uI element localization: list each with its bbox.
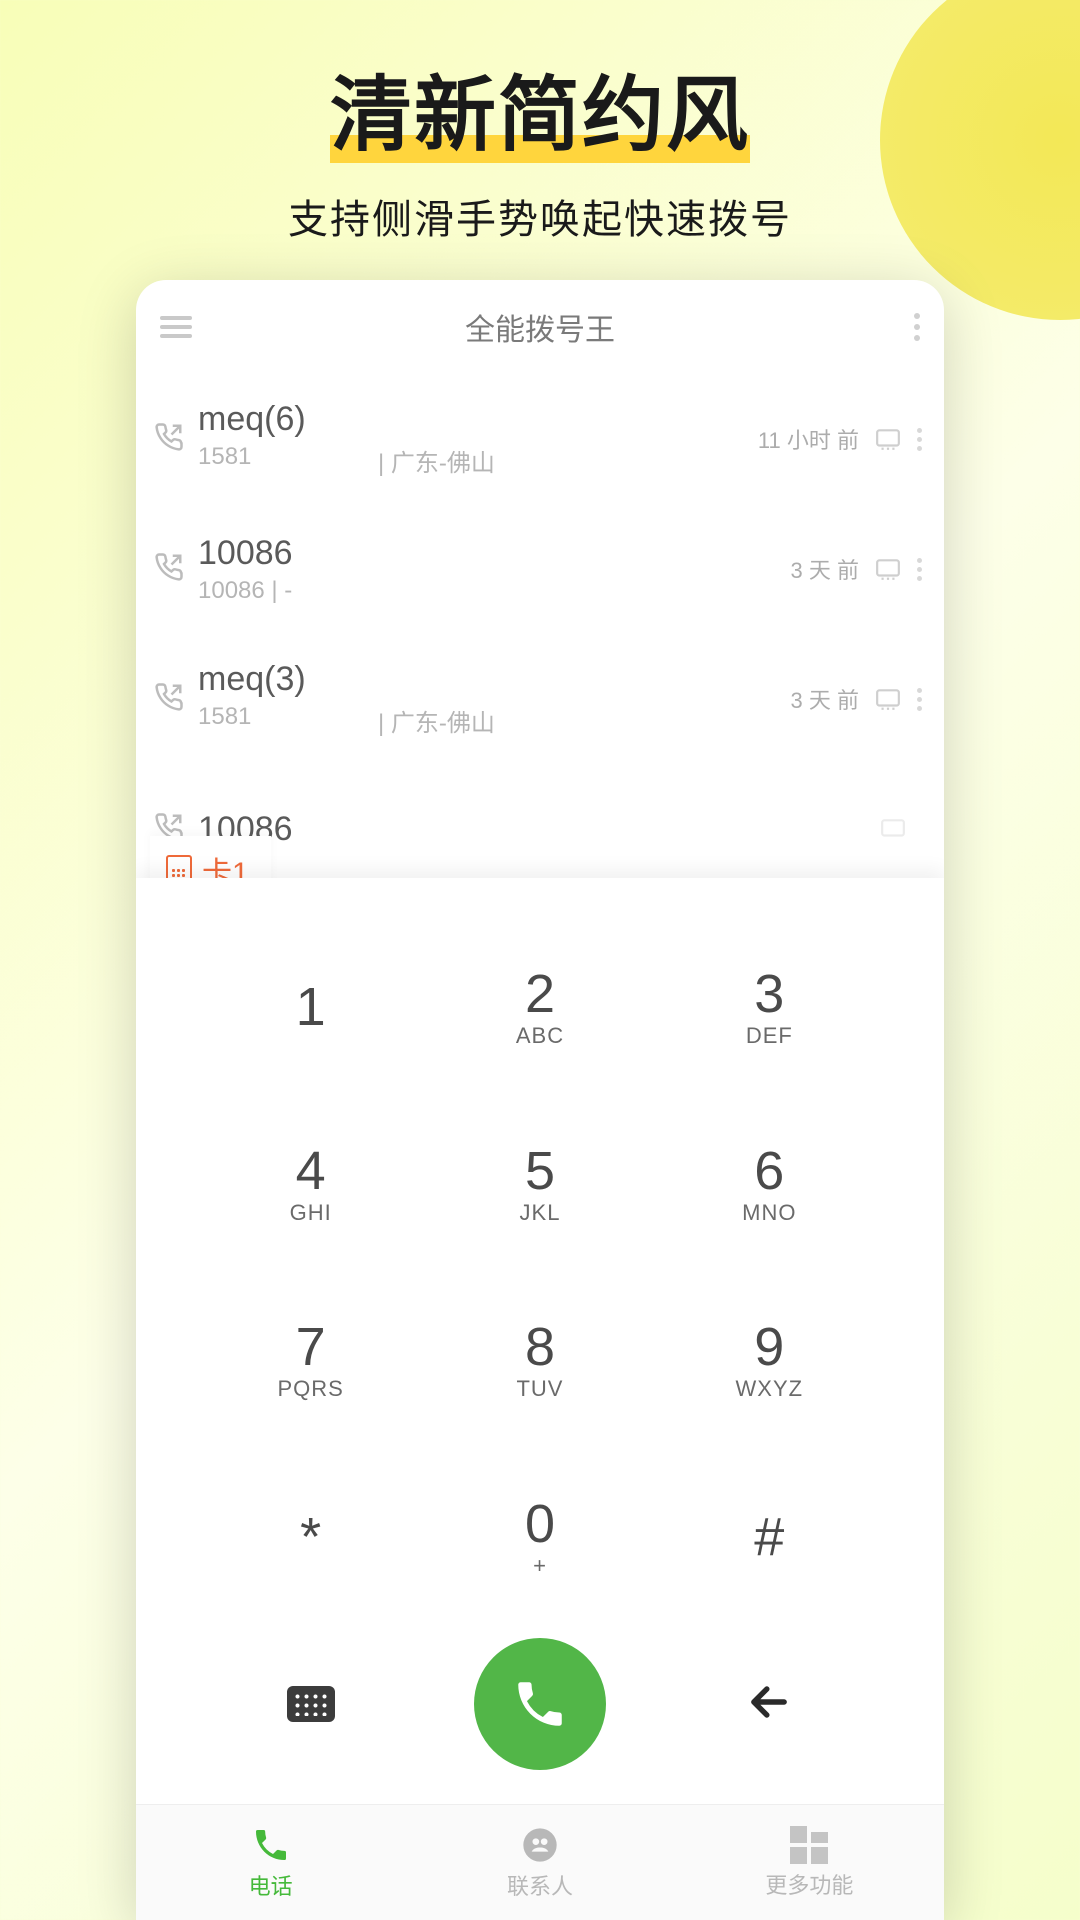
call-row[interactable]: 10086 10086 | - 3 天 前: [136, 504, 944, 634]
call-name: 10086: [198, 534, 791, 573]
hero-subtitle: 支持侧滑手势唤起快速拨号: [0, 187, 1080, 245]
outgoing-call-icon: [154, 682, 190, 717]
nav-label: 联系人: [507, 1869, 573, 1901]
grid-icon: [790, 1826, 828, 1864]
menu-icon[interactable]: [160, 316, 192, 338]
nav-label: 电话: [249, 1869, 293, 1901]
dial-key-0[interactable]: 0+: [425, 1448, 654, 1625]
call-location: | 广东-佛山: [378, 443, 495, 478]
row-more-icon[interactable]: [917, 688, 922, 711]
dial-key-hash[interactable]: #: [655, 1448, 884, 1625]
dial-key-6[interactable]: 6MNO: [655, 1095, 884, 1272]
outgoing-call-icon: [154, 422, 190, 457]
nav-contacts[interactable]: 联系人: [405, 1805, 674, 1920]
dialpad: 1 2ABC 3DEF 4GHI 5JKL 6MNO 7PQRS 8TUV 9W…: [136, 878, 944, 1804]
more-icon[interactable]: [914, 313, 920, 341]
call-name: 10086: [198, 810, 878, 849]
bottom-nav: 电话 联系人 更多功能: [136, 1804, 944, 1920]
row-more-icon[interactable]: [917, 428, 922, 451]
sms-icon[interactable]: [873, 426, 903, 452]
call-list: meq(6) 1581 | 广东-佛山 11 小时 前 10086 10086 …: [136, 374, 944, 894]
call-number: 10086 | -: [198, 577, 378, 605]
call-location: | 广东-佛山: [378, 703, 495, 738]
dial-key-3[interactable]: 3DEF: [655, 918, 884, 1095]
keyboard-icon[interactable]: [287, 1686, 335, 1722]
call-time: 3 天 前: [791, 683, 859, 715]
hero-title: 清新简约风: [0, 0, 1080, 167]
dial-key-5[interactable]: 5JKL: [425, 1095, 654, 1272]
outgoing-call-icon: [154, 552, 190, 587]
app-title: 全能拨号王: [465, 305, 615, 349]
sms-icon[interactable]: [878, 816, 908, 842]
dial-grid: 1 2ABC 3DEF 4GHI 5JKL 6MNO 7PQRS 8TUV 9W…: [196, 918, 884, 1624]
sms-icon[interactable]: [873, 556, 903, 582]
call-number: 1581: [198, 703, 378, 738]
nav-phone[interactable]: 电话: [136, 1805, 405, 1920]
dial-key-8[interactable]: 8TUV: [425, 1271, 654, 1448]
contacts-icon: [520, 1825, 560, 1865]
call-row[interactable]: meq(6) 1581 | 广东-佛山 11 小时 前: [136, 374, 944, 504]
call-name: meq(3): [198, 660, 791, 699]
dial-key-7[interactable]: 7PQRS: [196, 1271, 425, 1448]
call-time: 11 小时 前: [758, 423, 859, 455]
dial-key-1[interactable]: 1: [196, 918, 425, 1095]
phone-icon: [251, 1825, 291, 1865]
backspace-icon[interactable]: [743, 1676, 795, 1733]
call-time: 3 天 前: [791, 553, 859, 585]
call-number: 1581: [198, 443, 378, 478]
call-row[interactable]: meq(3) 1581 | 广东-佛山 3 天 前: [136, 634, 944, 764]
call-button[interactable]: [474, 1638, 606, 1770]
app-bar: 全能拨号王: [136, 280, 944, 374]
dial-key-star[interactable]: *: [196, 1448, 425, 1625]
dial-key-4[interactable]: 4GHI: [196, 1095, 425, 1272]
call-name: meq(6): [198, 400, 758, 439]
sms-icon[interactable]: [873, 686, 903, 712]
nav-more[interactable]: 更多功能: [675, 1805, 944, 1920]
row-more-icon[interactable]: [917, 558, 922, 581]
dial-key-2[interactable]: 2ABC: [425, 918, 654, 1095]
nav-label: 更多功能: [765, 1868, 853, 1900]
phone-frame: 全能拨号王 meq(6) 1581 | 广东-佛山 11 小时 前: [136, 280, 944, 1920]
dial-key-9[interactable]: 9WXYZ: [655, 1271, 884, 1448]
